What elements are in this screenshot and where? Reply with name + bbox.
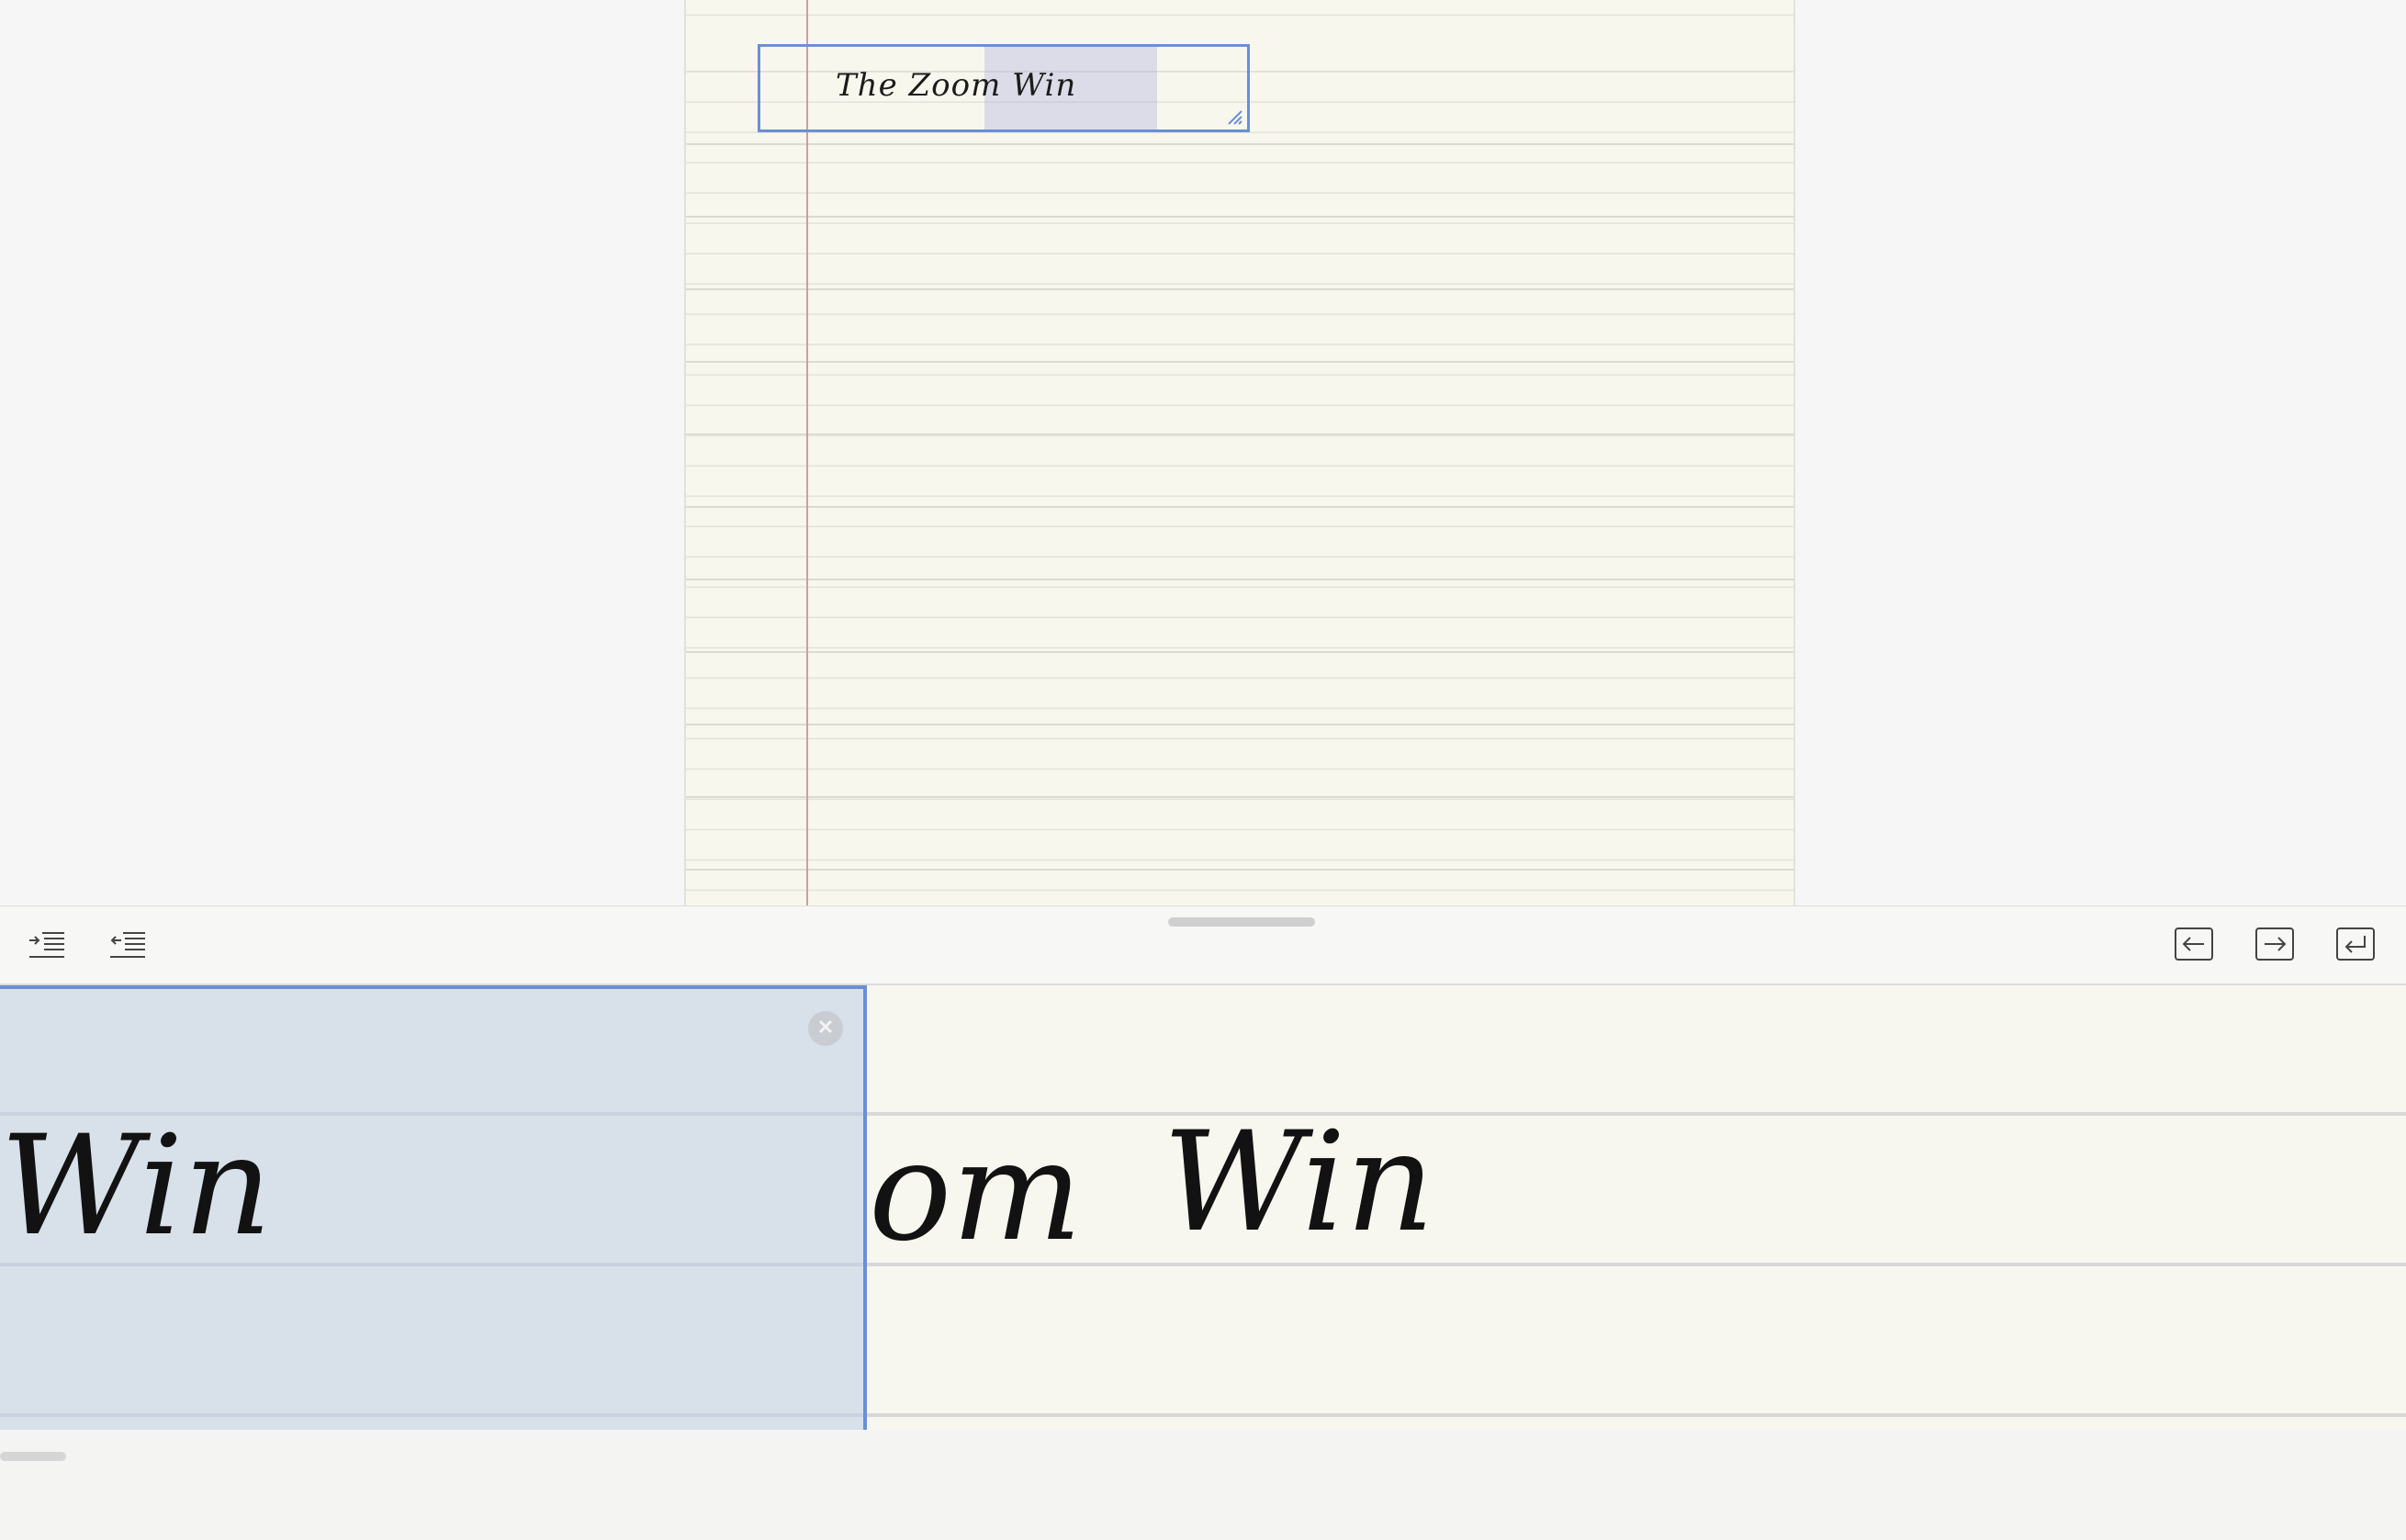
panel-footer [0,1439,2406,1540]
panel-grabber[interactable] [1168,917,1315,927]
selected-handwriting: Win [0,1107,273,1266]
move-left-button[interactable] [2173,927,2215,965]
close-icon [817,1018,834,1039]
outdent-button[interactable] [107,927,149,965]
notes-app-window: The Zoom Win om Win Win [0,0,2406,1540]
zoom-window-selection[interactable]: Win [0,985,867,1430]
arrow-right-icon [2255,927,2294,964]
zoom-toolbar [0,906,2406,985]
zoom-writing-panel: om Win Win [0,905,2406,1540]
page-margin-line [806,0,808,905]
close-selection-button[interactable] [808,1011,843,1046]
indent-icon [28,927,66,964]
handwriting-canvas[interactable]: om Win Win [0,985,2406,1430]
text-box-content[interactable]: The Zoom Win [836,67,1076,104]
notebook-page[interactable]: The Zoom Win [684,0,1795,905]
page-ruling [686,0,1793,905]
move-right-button[interactable] [2254,927,2296,965]
outdent-icon [108,927,147,964]
handwritten-strokes: om [869,1112,1083,1272]
resize-handle-icon[interactable] [1225,107,1243,126]
return-icon [2336,927,2375,964]
horizontal-scrollbar[interactable] [0,1452,66,1461]
handwritten-strokes: Win [1163,1103,1435,1263]
indent-button[interactable] [26,927,68,965]
text-box[interactable]: The Zoom Win [758,44,1250,132]
new-line-button[interactable] [2334,927,2377,965]
arrow-left-icon [2175,927,2213,964]
